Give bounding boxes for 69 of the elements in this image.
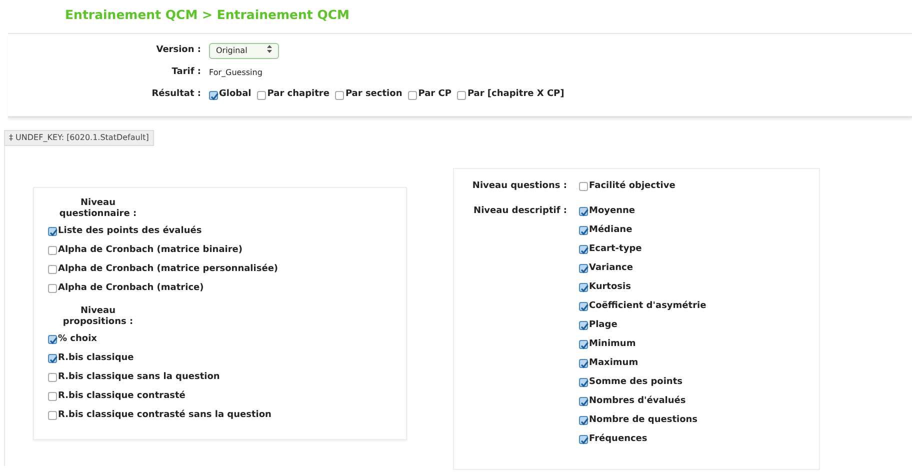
checkbox-label[interactable]: Kurtosis bbox=[589, 280, 631, 294]
checkbox-label[interactable]: Fréquences bbox=[589, 432, 648, 446]
checkbox-label[interactable]: Médiane bbox=[589, 224, 632, 238]
checkbox-label[interactable]: Alpha de Cronbach (matrice) bbox=[58, 282, 204, 296]
checkbox-label[interactable]: Variance bbox=[589, 262, 633, 276]
checkbox[interactable] bbox=[579, 359, 588, 368]
checkbox-label[interactable]: Plage bbox=[589, 318, 618, 332]
checkbox[interactable] bbox=[48, 335, 57, 344]
checkbox-label[interactable]: Moyenne bbox=[589, 204, 636, 218]
checkbox[interactable] bbox=[335, 90, 344, 100]
section-tab[interactable]: ‡ UNDEF_KEY: [6020.1.StatDefault] bbox=[4, 130, 154, 146]
checkbox[interactable] bbox=[579, 416, 588, 425]
checkbox-label[interactable]: R.bis classique bbox=[58, 352, 134, 366]
checkbox-label[interactable]: Maximum bbox=[589, 356, 638, 370]
checkbox[interactable] bbox=[579, 397, 588, 406]
checkbox-label[interactable]: Alpha de Cronbach (matrice binaire) bbox=[58, 244, 243, 258]
checkbox-label[interactable]: R.bis classique contrasté bbox=[58, 390, 186, 404]
checkbox[interactable] bbox=[579, 264, 588, 273]
checkbox[interactable] bbox=[48, 284, 57, 293]
group-heading: Niveau questionnaire : bbox=[58, 198, 138, 220]
checkbox-label[interactable]: Somme des points bbox=[589, 376, 682, 390]
field-label: Tarif : bbox=[170, 66, 202, 80]
checkbox-label[interactable]: Nombre de questions bbox=[589, 414, 698, 428]
checkbox[interactable] bbox=[579, 283, 588, 292]
group-heading: Niveau propositions : bbox=[62, 306, 134, 328]
field-label: Version : bbox=[155, 44, 202, 58]
checkbox-label[interactable]: Facilité objective bbox=[589, 180, 676, 194]
checkbox-label[interactable]: Coëfficient d'asymétrie bbox=[589, 300, 706, 314]
checkbox-label[interactable]: Nombres d'évalués bbox=[589, 394, 686, 408]
checkbox[interactable] bbox=[257, 90, 266, 100]
checkbox[interactable] bbox=[48, 411, 57, 420]
breadcrumb-title: Entrainement QCM > Entrainement QCM bbox=[65, 7, 350, 23]
group-label: Niveau descriptif : bbox=[472, 205, 568, 218]
group-label: Niveau questions : bbox=[471, 180, 568, 193]
checkbox-label[interactable]: Ecart-type bbox=[589, 242, 642, 256]
checkbox[interactable] bbox=[48, 354, 57, 363]
checkbox[interactable] bbox=[48, 227, 57, 236]
checkbox-label[interactable]: % choix bbox=[58, 332, 97, 346]
checkbox-label[interactable]: R.bis classique contrasté sans la question bbox=[58, 408, 272, 422]
field-label: Résultat : bbox=[150, 88, 202, 102]
checkbox[interactable] bbox=[579, 182, 588, 191]
version-select[interactable]: Original bbox=[209, 43, 279, 59]
checkbox[interactable] bbox=[48, 265, 57, 274]
select-value: Original bbox=[216, 45, 248, 57]
checkbox[interactable] bbox=[408, 90, 418, 100]
checkbox[interactable] bbox=[579, 302, 588, 311]
checkbox-label[interactable]: Par section bbox=[345, 88, 402, 102]
checkbox[interactable] bbox=[48, 246, 57, 255]
checkbox[interactable] bbox=[579, 340, 588, 349]
updown-arrows-icon bbox=[267, 45, 272, 53]
checkbox-label[interactable]: Minimum bbox=[589, 338, 636, 352]
checkbox[interactable] bbox=[579, 378, 588, 387]
checkbox[interactable] bbox=[579, 321, 588, 330]
field-value: For_Guessing bbox=[209, 67, 262, 79]
checkbox-label[interactable]: Liste des points des évalués bbox=[58, 224, 202, 238]
checkbox-label[interactable]: R.bis classique sans la question bbox=[58, 370, 220, 384]
checkbox[interactable] bbox=[48, 392, 57, 401]
checkbox[interactable] bbox=[579, 435, 588, 444]
checkbox-label[interactable]: Alpha de Cronbach (matrice personnalisée) bbox=[58, 262, 278, 276]
checkbox[interactable] bbox=[48, 373, 57, 382]
checkbox-label[interactable]: Global bbox=[219, 88, 252, 102]
checkbox-label[interactable]: Par [chapitre X CP] bbox=[467, 88, 564, 102]
checkbox[interactable] bbox=[579, 226, 588, 235]
checkbox[interactable] bbox=[579, 245, 588, 254]
checkbox[interactable] bbox=[579, 207, 588, 216]
checkbox[interactable] bbox=[457, 90, 466, 100]
checkbox-label[interactable]: Par chapitre bbox=[267, 88, 330, 102]
checkbox-label[interactable]: Par CP bbox=[418, 88, 452, 102]
checkbox[interactable] bbox=[209, 90, 218, 100]
